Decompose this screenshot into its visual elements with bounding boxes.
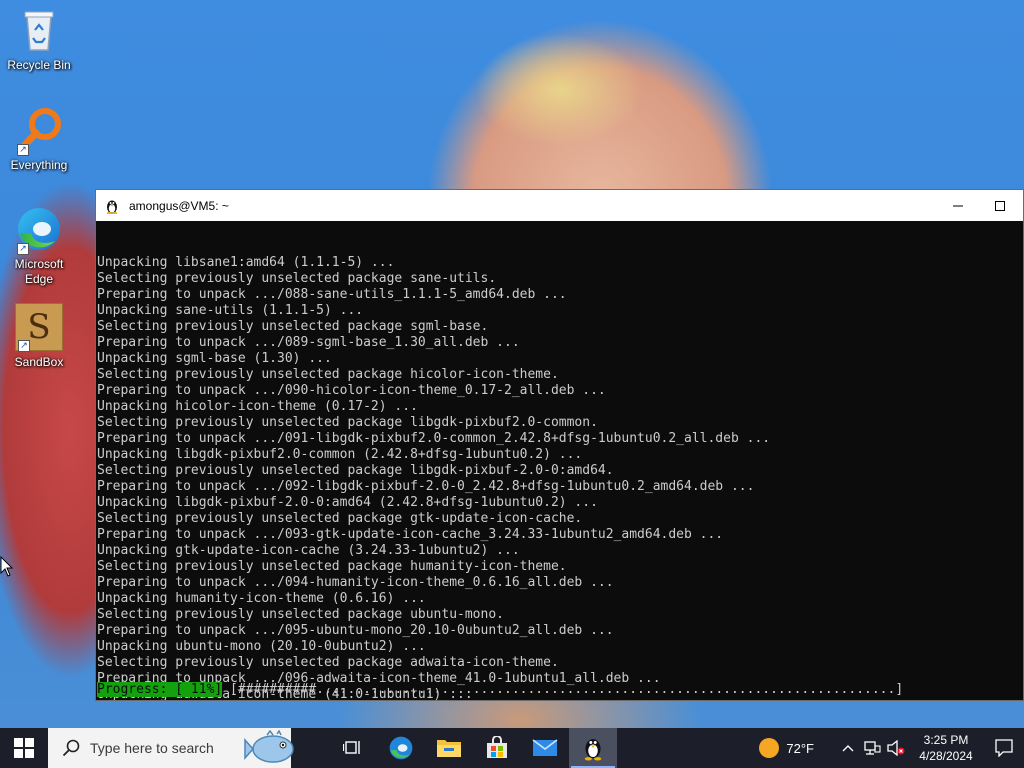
notification-icon (995, 739, 1013, 757)
clock-date: 4/28/2024 (919, 749, 973, 763)
desktop-icon-label: Everything (10, 158, 68, 172)
start-button[interactable] (0, 728, 48, 768)
terminal-line: Selecting previously unselected package … (97, 607, 504, 622)
terminal-line: Selecting previously unselected package … (97, 271, 497, 286)
maximize-button[interactable] (977, 190, 1023, 221)
terminal-line: Unpacking sane-utils (1.1.1-5) ... (97, 303, 364, 318)
windows-logo-icon (14, 738, 34, 758)
notification-center-button[interactable] (984, 728, 1024, 768)
network-icon (864, 741, 881, 755)
terminal-line: Preparing to unpack .../095-ubuntu-mono_… (97, 623, 614, 638)
terminal-line: Selecting previously unselected package … (97, 415, 598, 430)
desktop-icon-everything[interactable]: ↗ Everything (4, 106, 74, 173)
progress-label: Progress: [ 11%] (97, 682, 223, 697)
edge-icon: ↗ (15, 205, 63, 255)
terminal-line: Unpacking libgdk-pixbuf-2.0-0:amd64 (2.4… (97, 495, 598, 510)
volume-button[interactable] (884, 728, 908, 768)
store-icon (487, 736, 507, 758)
taskbar-clock[interactable]: 3:25 PM 4/28/2024 (908, 732, 984, 764)
desktop-icon-recycle-bin[interactable]: Recycle Bin (4, 6, 74, 73)
progress-line: Progress: [ 11%] [##########............… (97, 682, 903, 698)
taskbar-file-explorer-button[interactable] (425, 728, 473, 768)
terminal-line: Unpacking sgml-base (1.30) ... (97, 351, 332, 366)
minimize-button[interactable] (935, 190, 981, 221)
terminal-line: Unpacking libgdk-pixbuf2.0-common (2.42.… (97, 447, 583, 462)
edge-icon (389, 736, 413, 760)
search-highlight-fish-icon (244, 730, 294, 763)
terminal-line: Unpacking hicolor-icon-theme (0.17-2) ..… (97, 399, 418, 414)
terminal-line: Unpacking humanity-icon-theme (0.6.16) .… (97, 591, 426, 606)
terminal-line: Preparing to unpack .../088-sane-utils_1… (97, 287, 567, 302)
shortcut-arrow-icon: ↗ (18, 340, 30, 352)
mouse-pointer-icon (0, 556, 14, 577)
terminal-window[interactable]: amongus@VM5: ~ Unpacking libsane1:amd64 … (95, 189, 1024, 701)
task-view-button[interactable] (329, 728, 377, 768)
taskbar-edge-button[interactable] (377, 728, 425, 768)
output-lines: Unpacking libsane1:amd64 (1.1.1-5) ... Se… (97, 255, 1023, 700)
terminal-line: Selecting previously unselected package … (97, 463, 614, 478)
desktop-icon-microsoft-edge[interactable]: ↗ Microsoft Edge (4, 205, 74, 287)
terminal-line: Preparing to unpack .../092-libgdk-pixbu… (97, 479, 755, 494)
terminal-line: Selecting previously unselected package … (97, 655, 559, 670)
taskbar-store-button[interactable] (473, 728, 521, 768)
task-view-icon (343, 741, 360, 754)
chevron-up-icon (842, 745, 854, 752)
terminal-line: Preparing to unpack .../089-sgml-base_1.… (97, 335, 520, 350)
mail-icon (532, 739, 558, 756)
tux-icon (584, 739, 602, 761)
maximize-icon (995, 200, 1005, 211)
desktop-icon-label: Microsoft Edge (14, 257, 64, 286)
taskbar-terminal-button[interactable] (569, 728, 617, 768)
sandbox-glyph: S (27, 307, 51, 347)
taskbar-mail-button[interactable] (521, 728, 569, 768)
network-button[interactable] (860, 728, 884, 768)
volume-muted-icon (887, 740, 905, 756)
sandbox-icon: S ↗ (15, 303, 63, 352)
folder-icon (437, 740, 461, 757)
desktop-icon-label: Recycle Bin (7, 58, 71, 72)
terminal-line: Selecting previously unselected package … (97, 367, 559, 382)
window-titlebar[interactable]: amongus@VM5: ~ (96, 190, 1023, 221)
terminal-line: Selecting previously unselected package … (97, 511, 583, 526)
terminal-line: Preparing to unpack .../091-libgdk-pixbu… (97, 431, 771, 446)
clock-time: 3:25 PM (923, 733, 969, 747)
search-placeholder: Type here to search (90, 740, 214, 756)
weather-temperature: 72°F (786, 740, 814, 756)
terminal-line: Preparing to unpack .../094-humanity-ico… (97, 575, 614, 590)
shortcut-arrow-icon: ↗ (17, 243, 29, 255)
recycle-bin-icon (15, 6, 63, 54)
terminal-line: Selecting previously unselected package … (97, 319, 489, 334)
show-hidden-icons-button[interactable] (836, 728, 860, 768)
weather-widget[interactable]: 72°F (758, 737, 814, 759)
terminal-line: Unpacking gtk-update-icon-cache (3.24.33… (97, 543, 520, 558)
terminal-output[interactable]: Unpacking libsane1:amd64 (1.1.1-5) ... Se… (96, 221, 1023, 700)
taskbar-search-box[interactable]: Type here to search (48, 728, 294, 768)
desktop-icon-label: SandBox (14, 355, 64, 369)
everything-search-icon: ↗ (15, 106, 63, 156)
terminal-line: Unpacking ubuntu-mono (20.10-0ubuntu2) .… (97, 639, 426, 654)
search-icon (62, 739, 80, 757)
minimize-icon (953, 205, 963, 206)
terminal-line: Preparing to unpack .../093-gtk-update-i… (97, 527, 724, 542)
window-title: amongus@VM5: ~ (129, 198, 229, 213)
progress-bar: [##########.............................… (222, 682, 904, 697)
system-tray: 72°F 3:25 PM 4/28/2024 (758, 728, 1024, 768)
terminal-line: Selecting previously unselected package … (97, 559, 567, 574)
desktop-icon-sandbox[interactable]: S ↗ SandBox (4, 303, 74, 370)
terminal-line: Preparing to unpack .../090-hicolor-icon… (97, 383, 606, 398)
terminal-line: Unpacking libsane1:amd64 (1.1.1-5) ... (97, 255, 395, 270)
taskbar: Type here to search 72°F 3:25 PM 4/28/20… (0, 728, 1024, 768)
shortcut-arrow-icon: ↗ (17, 144, 29, 156)
tux-icon (106, 200, 118, 214)
sun-icon (759, 738, 780, 758)
